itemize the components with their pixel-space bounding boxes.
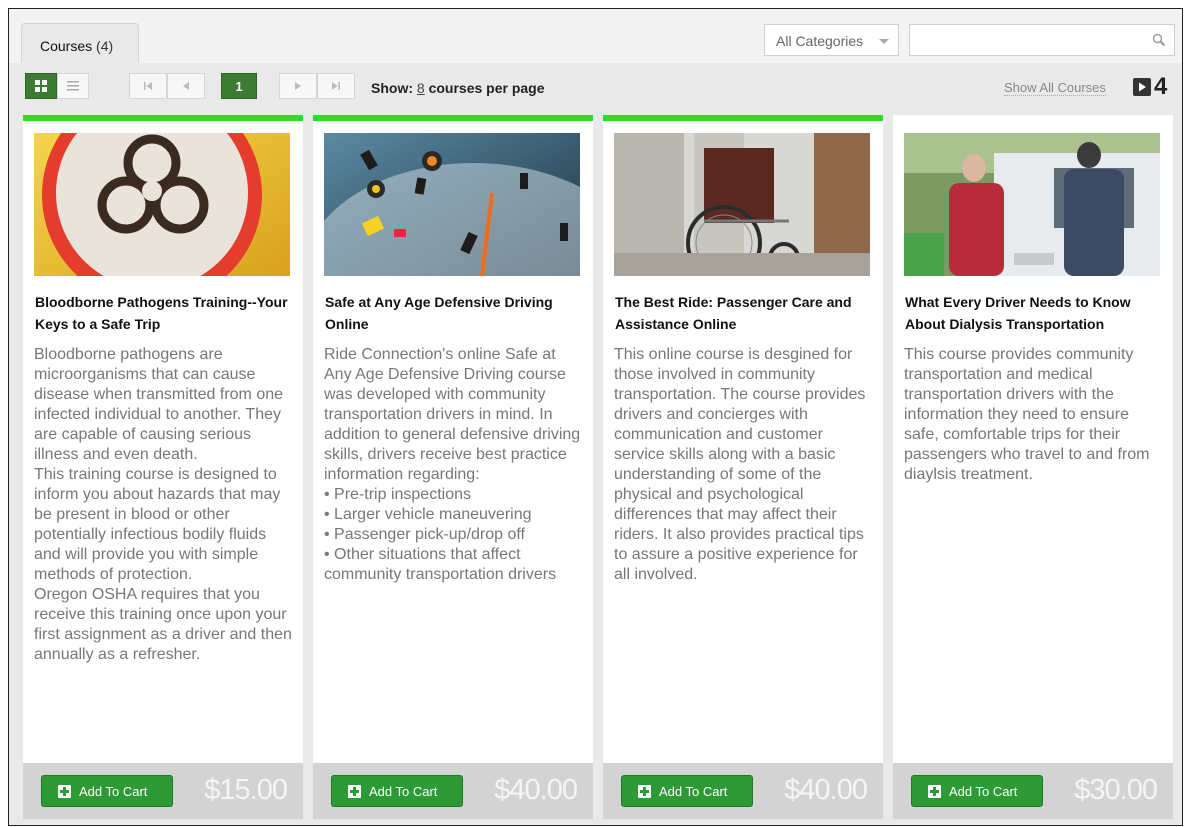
chevron-down-icon (879, 39, 889, 44)
course-price: $40.00 (494, 774, 578, 806)
search-icon[interactable] (1152, 33, 1166, 47)
add-to-cart-label: Add To Cart (79, 783, 148, 799)
course-description: This online course is desgined for those… (614, 346, 866, 583)
course-title[interactable]: Bloodborne Pathogens Training--Your Keys… (35, 291, 293, 335)
course-card: Bloodborne Pathogens Training--Your Keys… (23, 115, 303, 819)
per-page-control: Show: 8 courses per page (371, 80, 545, 96)
last-page-button[interactable] (317, 73, 355, 99)
prev-page-button[interactable] (167, 73, 205, 99)
next-icon (295, 82, 301, 90)
plus-icon (58, 784, 71, 798)
next-page-button[interactable] (279, 73, 317, 99)
course-title[interactable]: The Best Ride: Passenger Care and Assist… (615, 291, 873, 335)
card-accent-bar (23, 115, 303, 121)
card-footer: Add To Cart $15.00 (23, 763, 303, 819)
add-to-cart-button[interactable]: Add To Cart (621, 775, 753, 807)
play-icon[interactable] (1133, 78, 1151, 96)
show-all-courses-link[interactable]: Show All Courses (1004, 80, 1106, 96)
add-to-cart-button[interactable]: Add To Cart (331, 775, 463, 807)
tab-courses[interactable]: Courses (4) (21, 23, 139, 63)
category-select-value: All Categories (776, 33, 864, 49)
add-to-cart-button[interactable]: Add To Cart (911, 775, 1043, 807)
course-price: $30.00 (1074, 774, 1158, 806)
plus-icon (638, 784, 651, 798)
last-page-icon (332, 82, 340, 90)
card-footer: Add To Cart $30.00 (893, 763, 1173, 819)
course-description: This course provides community transport… (904, 346, 1150, 483)
card-footer: Add To Cart $40.00 (603, 763, 883, 819)
biohazard-image (34, 133, 290, 276)
add-to-cart-label: Add To Cart (949, 783, 1018, 799)
grid-view-button[interactable] (25, 73, 57, 99)
tab-count: (4) (96, 38, 114, 54)
plus-icon (928, 784, 941, 798)
course-card: The Best Ride: Passenger Care and Assist… (603, 115, 883, 819)
course-title[interactable]: What Every Driver Needs to Know About Di… (905, 291, 1163, 335)
card-accent-bar (313, 115, 593, 121)
tab-label: Courses (40, 38, 93, 54)
category-select[interactable]: All Categories (764, 24, 899, 56)
show-suffix: courses per page (428, 80, 545, 96)
plus-icon (348, 784, 361, 798)
course-card: What Every Driver Needs to Know About Di… (893, 115, 1173, 819)
course-title[interactable]: Safe at Any Age Defensive Driving Online (325, 291, 583, 335)
course-price: $40.00 (784, 774, 868, 806)
add-to-cart-label: Add To Cart (659, 783, 728, 799)
course-description: Bloodborne pathogens are microorganisms … (34, 346, 292, 663)
list-icon (67, 81, 79, 91)
current-page[interactable]: 1 (221, 73, 257, 99)
first-page-button[interactable] (129, 73, 167, 99)
dashboard-image (324, 133, 580, 276)
show-prefix: Show: (371, 80, 413, 96)
course-card: Safe at Any Age Defensive Driving Online… (313, 115, 593, 819)
add-to-cart-label: Add To Cart (369, 783, 438, 799)
list-view-button[interactable] (57, 73, 89, 99)
per-page-value[interactable]: 8 (417, 80, 425, 96)
prev-icon (183, 82, 189, 90)
grid-icon (35, 80, 47, 92)
total-count: 4 (1154, 73, 1168, 100)
card-footer: Add To Cart $40.00 (313, 763, 593, 819)
toolbar: 1 Show: 8 courses per page Show All Cour… (9, 63, 1182, 113)
course-description: Ride Connection's online Safe at Any Age… (324, 346, 581, 583)
top-bar: Courses (4) All Categories (9, 9, 1182, 63)
add-to-cart-button[interactable]: Add To Cart (41, 775, 173, 807)
driver-assisting-image (904, 133, 1160, 276)
first-page-icon (144, 82, 152, 90)
card-accent-bar (603, 115, 883, 121)
course-price: $15.00 (204, 774, 288, 806)
course-catalog: Courses (4) All Categories 1 Show: 8 cou… (8, 8, 1183, 826)
wheelchair-image (614, 133, 870, 276)
search-input[interactable] (909, 24, 1175, 56)
